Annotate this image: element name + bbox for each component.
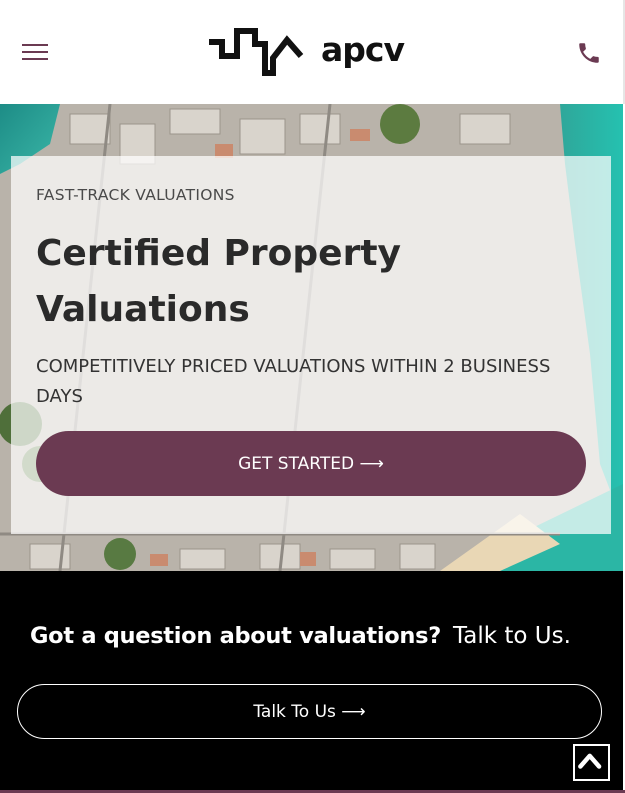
contact-question: Got a question about valuations? — [30, 623, 441, 649]
logo-mark-icon — [209, 28, 304, 76]
contact-section: Got a question about valuations? Talk to … — [0, 571, 623, 793]
hero-title: Certified Property Valuations — [36, 233, 402, 330]
chevron-up-icon[interactable] — [573, 744, 610, 781]
hero-section: FAST-TRACK VALUATIONS Certified Property… — [0, 104, 623, 571]
talk-to-us-link[interactable]: Talk to Us. — [453, 623, 571, 649]
hero-card: FAST-TRACK VALUATIONS Certified Property… — [11, 156, 611, 534]
logo-text: apcv — [321, 30, 405, 69]
phone-icon[interactable] — [576, 40, 602, 66]
hamburger-menu-icon[interactable] — [20, 42, 50, 62]
hero-eyebrow: FAST-TRACK VALUATIONS — [36, 186, 235, 204]
brand-logo[interactable]: apcv — [207, 28, 415, 78]
contact-question-line: Got a question about valuations? Talk to … — [30, 623, 620, 649]
site-header: apcv — [0, 0, 625, 104]
get-started-button[interactable]: GET STARTED ⟶ — [36, 431, 586, 496]
page: apcv FAST-TRACK VALUATIONS Certified Pro… — [0, 0, 625, 793]
hero-subtitle: COMPETITIVELY PRICED VALUATIONS WITHIN 2… — [36, 356, 551, 407]
talk-to-us-button[interactable]: Talk To Us ⟶ — [17, 684, 602, 739]
